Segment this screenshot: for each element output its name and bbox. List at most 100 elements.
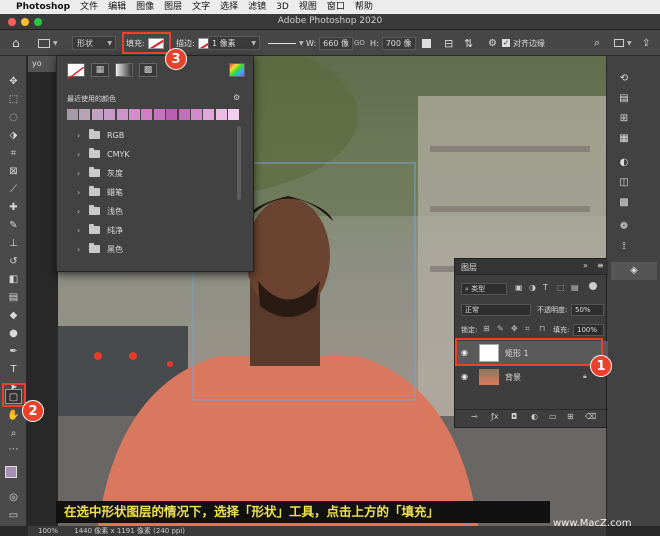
- stroke-width-field[interactable]: 1 像素 ▼: [208, 36, 260, 50]
- crop-tool-icon[interactable]: ⌗: [5, 146, 22, 161]
- height-value[interactable]: 700 像: [381, 36, 416, 50]
- gear-icon[interactable]: ⚙: [233, 93, 240, 102]
- lock-all-icon[interactable]: ⊓: [539, 324, 545, 333]
- adjustments-panel-icon[interactable]: ◐: [617, 156, 631, 170]
- color-swatch[interactable]: [91, 109, 103, 120]
- libraries-panel-icon[interactable]: ▤: [617, 92, 631, 106]
- quick-select-tool-icon[interactable]: ⬗: [5, 128, 22, 143]
- solid-color-tab[interactable]: ▦: [91, 63, 109, 77]
- search-icon[interactable]: ⌕: [594, 30, 600, 56]
- filter-toggle-icon[interactable]: [589, 282, 597, 290]
- color-swatch[interactable]: [129, 109, 140, 120]
- path-arrangement-icon[interactable]: ⇅: [464, 30, 473, 56]
- pen-tool-icon[interactable]: ✒: [5, 344, 22, 359]
- zoom-tool-icon[interactable]: ⌕: [5, 426, 22, 441]
- healing-tool-icon[interactable]: ✚: [5, 200, 22, 215]
- align-edges-checkbox[interactable]: ✓ 对齐边缘: [502, 30, 545, 56]
- marquee-tool-icon[interactable]: ⬚: [5, 92, 22, 107]
- document-tab[interactable]: yo: [28, 56, 58, 72]
- menu-file[interactable]: 文件: [80, 0, 98, 14]
- menu-select[interactable]: 选择: [220, 0, 238, 14]
- filter-shape-icon[interactable]: ⬚: [557, 283, 565, 292]
- workspace-icon[interactable]: ▼: [614, 30, 632, 56]
- panel-menu-icon[interactable]: ≡: [597, 261, 604, 270]
- more-tools-icon[interactable]: ⋯: [5, 442, 22, 457]
- width-control[interactable]: W: 660 像: [306, 30, 353, 56]
- dodge-tool-icon[interactable]: ●: [5, 326, 22, 341]
- menu-app[interactable]: Photoshop: [16, 0, 70, 14]
- stamp-tool-icon[interactable]: ⊥: [5, 236, 22, 251]
- gradient-tool-icon[interactable]: ▤: [5, 290, 22, 305]
- stroke-type-picker[interactable]: ▼: [268, 30, 304, 56]
- menu-view[interactable]: 视图: [299, 0, 317, 14]
- menu-edit[interactable]: 编辑: [108, 0, 126, 14]
- gradient-tab[interactable]: [115, 63, 133, 77]
- color-swatch[interactable]: [178, 109, 190, 120]
- tool-mode-select[interactable]: 形状 ▼: [72, 36, 116, 50]
- fill-field[interactable]: 100%: [573, 324, 604, 336]
- menu-filter[interactable]: 滤镜: [248, 0, 266, 14]
- filter-pixel-icon[interactable]: ▣: [515, 283, 523, 292]
- new-layer-icon[interactable]: ⊞: [567, 412, 574, 421]
- color-swatch[interactable]: [228, 109, 240, 120]
- list-item[interactable]: › 蜡笔: [77, 183, 237, 201]
- screen-mode-icon[interactable]: ▭: [5, 508, 22, 523]
- frame-tool-icon[interactable]: ⊠: [5, 164, 22, 179]
- hand-tool-icon[interactable]: ✋: [5, 408, 22, 423]
- color-swatch[interactable]: [215, 109, 227, 120]
- swatches-panel-icon[interactable]: ▩: [617, 196, 631, 210]
- paths-panel-icon[interactable]: ⟟: [617, 240, 631, 254]
- menu-type[interactable]: 文字: [192, 0, 210, 14]
- link-dimensions-icon[interactable]: GO: [354, 30, 365, 56]
- share-icon[interactable]: ⇪: [642, 30, 650, 56]
- layer-name[interactable]: 背景: [505, 372, 521, 383]
- width-value[interactable]: 660 像: [319, 36, 353, 50]
- menu-layer[interactable]: 图层: [164, 0, 182, 14]
- path-alignment-icon[interactable]: ⊟: [444, 30, 453, 56]
- menu-image[interactable]: 图像: [136, 0, 154, 14]
- color-swatch[interactable]: [153, 109, 165, 120]
- list-item[interactable]: › 纯净: [77, 221, 237, 239]
- list-item[interactable]: › 浅色: [77, 202, 237, 220]
- type-tool-icon[interactable]: T: [5, 362, 22, 377]
- lock-move-icon[interactable]: ✥: [511, 324, 518, 333]
- collapse-icon[interactable]: »: [583, 261, 588, 270]
- lasso-tool-icon[interactable]: ◌: [5, 110, 22, 125]
- blend-mode-select[interactable]: 正常: [461, 304, 531, 316]
- list-item[interactable]: › RGB: [77, 126, 237, 144]
- menu-window[interactable]: 窗口: [327, 0, 345, 14]
- list-item[interactable]: › 黑色: [77, 240, 237, 258]
- lock-artboard-icon[interactable]: ⌗: [525, 324, 530, 334]
- foreground-color-swatch[interactable]: [5, 466, 17, 478]
- blur-tool-icon[interactable]: ◆: [5, 308, 22, 323]
- color-swatch[interactable]: [104, 109, 116, 120]
- color-swatch[interactable]: [116, 109, 128, 120]
- layers-panel-icon[interactable]: ◈: [611, 262, 657, 280]
- filter-type-icon[interactable]: T: [543, 283, 548, 292]
- add-mask-icon[interactable]: ◘: [511, 412, 517, 421]
- channels-panel-icon[interactable]: ❁: [617, 220, 631, 234]
- list-item[interactable]: › CMYK: [77, 145, 237, 163]
- move-tool-icon[interactable]: ✥: [5, 74, 22, 89]
- eraser-tool-icon[interactable]: ◧: [5, 272, 22, 287]
- color-swatch[interactable]: [203, 109, 215, 120]
- color-swatch[interactable]: [166, 109, 178, 120]
- list-item[interactable]: › 灰度: [77, 164, 237, 182]
- color-swatch[interactable]: [67, 109, 78, 120]
- brush-tool-icon[interactable]: ✎: [5, 218, 22, 233]
- color-panel-icon[interactable]: ◫: [617, 176, 631, 190]
- color-picker-icon[interactable]: [229, 63, 245, 77]
- quick-mask-icon[interactable]: ◎: [5, 490, 22, 505]
- opacity-field[interactable]: 50%: [571, 304, 604, 316]
- history-brush-icon[interactable]: ↺: [5, 254, 22, 269]
- link-layers-icon[interactable]: ⊸: [471, 412, 478, 421]
- menu-3d[interactable]: 3D: [276, 0, 289, 14]
- adjustment-layer-icon[interactable]: ◐: [531, 412, 538, 421]
- scrollbar[interactable]: [237, 126, 241, 200]
- shape-preset-picker[interactable]: ▼: [38, 30, 58, 56]
- group-icon[interactable]: ▭: [549, 412, 557, 421]
- color-swatch[interactable]: [141, 109, 153, 120]
- no-color-tab[interactable]: [67, 63, 85, 80]
- path-operations-icon[interactable]: [422, 30, 431, 56]
- trash-icon[interactable]: ⌫: [585, 412, 596, 421]
